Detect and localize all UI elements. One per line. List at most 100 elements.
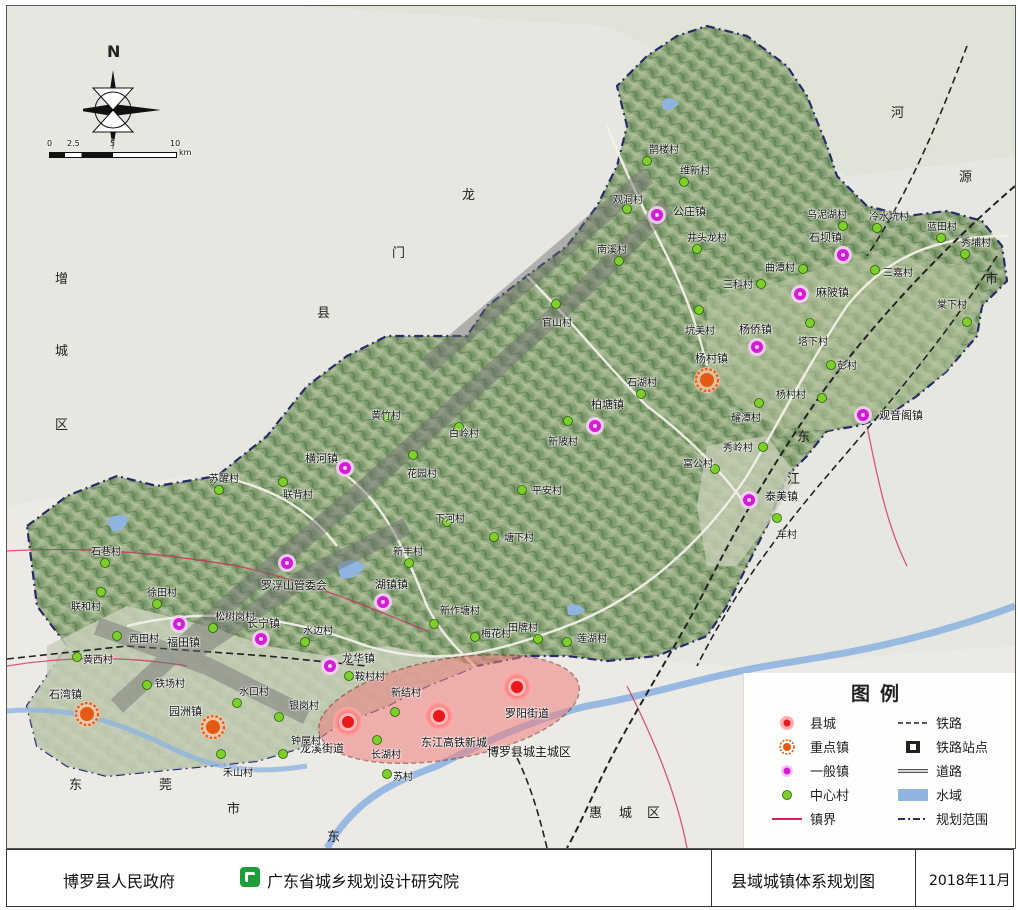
general_towns-marker-8[interactable] [278, 554, 296, 572]
villages-marker-51[interactable] [216, 749, 226, 759]
institute-logo-icon [240, 867, 260, 887]
legend-item-village: 中心村 [770, 785, 849, 804]
villages-label-5: 乌泥湖村 [807, 210, 847, 221]
villages-label-25: 花园村 [407, 469, 437, 480]
general_towns-marker-4[interactable] [854, 406, 872, 424]
villages-marker-38[interactable] [533, 634, 543, 644]
general_towns-marker-12[interactable] [321, 657, 339, 675]
villages-marker-32[interactable] [489, 532, 499, 542]
villages-label-13: 坑美村 [685, 326, 715, 337]
villages-marker-12[interactable] [962, 317, 972, 327]
villages-label-30: 下河村 [435, 514, 465, 525]
villages-marker-49[interactable] [372, 735, 382, 745]
map-canvas[interactable]: 龙 门 县 增 城 区 河 源 市 东 江 东 莞 市 惠 城 区 东 N 0 … [6, 5, 1016, 849]
legend-label-planning-scope: 规划范围 [936, 813, 989, 828]
villages-marker-20[interactable] [563, 416, 573, 426]
general_towns-marker-7[interactable] [740, 491, 758, 509]
villages-label-44: 鞍村村 [355, 672, 385, 683]
villages-marker-48[interactable] [274, 712, 284, 722]
villages-marker-47[interactable] [390, 707, 400, 717]
legend-item-key-town: 重点镇 [770, 737, 849, 756]
villages-marker-34[interactable] [96, 587, 106, 597]
general_towns-label-8: 罗浮山管委会 [261, 579, 327, 592]
villages-marker-14[interactable] [805, 318, 815, 328]
villages-marker-42[interactable] [470, 632, 480, 642]
map-sheet: 龙 门 县 增 城 区 河 源 市 东 江 东 莞 市 惠 城 区 东 N 0 … [0, 0, 1018, 910]
legend-title: 图例 [850, 683, 909, 705]
villages-marker-37[interactable] [429, 619, 439, 629]
villages-marker-6[interactable] [872, 223, 882, 233]
villages-label-40: 西田村 [129, 634, 159, 645]
villages-label-34: 联和村 [71, 602, 101, 613]
villages-label-52: 苏村 [393, 772, 413, 783]
divider [915, 850, 916, 906]
villages-marker-3[interactable] [614, 256, 624, 266]
general_towns-marker-11[interactable] [170, 615, 188, 633]
key_towns-label-2: 园洲镇 [169, 705, 202, 718]
villages-marker-16[interactable] [826, 360, 836, 370]
villages-marker-43[interactable] [72, 652, 82, 662]
villages-label-32: 塘下村 [504, 533, 534, 544]
general_towns-label-1: 石坝镇 [809, 231, 842, 244]
villages-label-11: 三科村 [723, 280, 753, 291]
villages-marker-8[interactable] [960, 249, 970, 259]
general_towns-marker-9[interactable] [374, 593, 392, 611]
villages-marker-35[interactable] [152, 599, 162, 609]
county-marker-0[interactable] [333, 707, 363, 737]
villages-label-38: 田牌村 [508, 623, 538, 634]
villages-marker-26[interactable] [214, 485, 224, 495]
villages-marker-52[interactable] [382, 769, 392, 779]
legend-label-rail-station: 铁路站点 [936, 741, 989, 756]
villages-marker-7[interactable] [936, 233, 946, 243]
general_towns-marker-2[interactable] [791, 285, 809, 303]
villages-label-17: 石湖村 [627, 378, 657, 389]
villages-marker-41[interactable] [300, 637, 310, 647]
key_towns-marker-2[interactable] [200, 714, 226, 740]
villages-label-20: 新陂村 [548, 437, 578, 448]
villages-marker-36[interactable] [208, 623, 218, 633]
villages-marker-31[interactable] [100, 558, 110, 568]
villages-label-6: 冷水坑村 [869, 212, 909, 223]
villages-marker-17[interactable] [636, 389, 646, 399]
villages-marker-39[interactable] [562, 637, 572, 647]
villages-marker-13[interactable] [694, 305, 704, 315]
villages-label-15: 官山村 [542, 318, 572, 329]
general_towns-marker-5[interactable] [586, 417, 604, 435]
legend-label-railway: 铁路 [936, 717, 963, 732]
key_towns-marker-1[interactable] [74, 701, 100, 727]
villages-label-14: 塔下村 [798, 337, 828, 348]
villages-marker-0[interactable] [642, 156, 652, 166]
villages-label-31: 石巷村 [91, 547, 121, 558]
villages-marker-11[interactable] [756, 279, 766, 289]
villages-marker-44[interactable] [344, 671, 354, 681]
map-title: 县域城镇体系规划图 [731, 872, 876, 891]
county-marker-1[interactable] [424, 701, 454, 731]
villages-marker-1[interactable] [679, 177, 689, 187]
villages-label-2: 观洞村 [613, 195, 643, 206]
villages-marker-46[interactable] [232, 698, 242, 708]
villages-marker-10[interactable] [870, 265, 880, 275]
villages-marker-21[interactable] [758, 442, 768, 452]
key_towns-marker-0[interactable] [694, 367, 720, 393]
general_towns-marker-1[interactable] [834, 246, 852, 264]
general_towns-marker-0[interactable] [648, 206, 666, 224]
county-marker-2[interactable] [502, 672, 532, 702]
villages-marker-50[interactable] [278, 749, 288, 759]
villages-label-43: 黄西村 [83, 655, 113, 666]
villages-marker-9[interactable] [798, 264, 808, 274]
villages-label-9: 曲潭村 [765, 263, 795, 274]
villages-marker-28[interactable] [517, 485, 527, 495]
general_towns-marker-3[interactable] [748, 338, 766, 356]
villages-marker-15[interactable] [551, 299, 561, 309]
villages-marker-40[interactable] [112, 631, 122, 641]
villages-marker-33[interactable] [404, 558, 414, 568]
villages-marker-19[interactable] [754, 398, 764, 408]
villages-marker-45[interactable] [142, 680, 152, 690]
villages-marker-25[interactable] [408, 450, 418, 460]
villages-marker-4[interactable] [692, 244, 702, 254]
villages-label-23: 白岭村 [449, 429, 479, 440]
general_towns-marker-10[interactable] [252, 630, 270, 648]
villages-marker-29[interactable] [772, 513, 782, 523]
villages-marker-18[interactable] [817, 393, 827, 403]
general_towns-marker-6[interactable] [336, 459, 354, 477]
